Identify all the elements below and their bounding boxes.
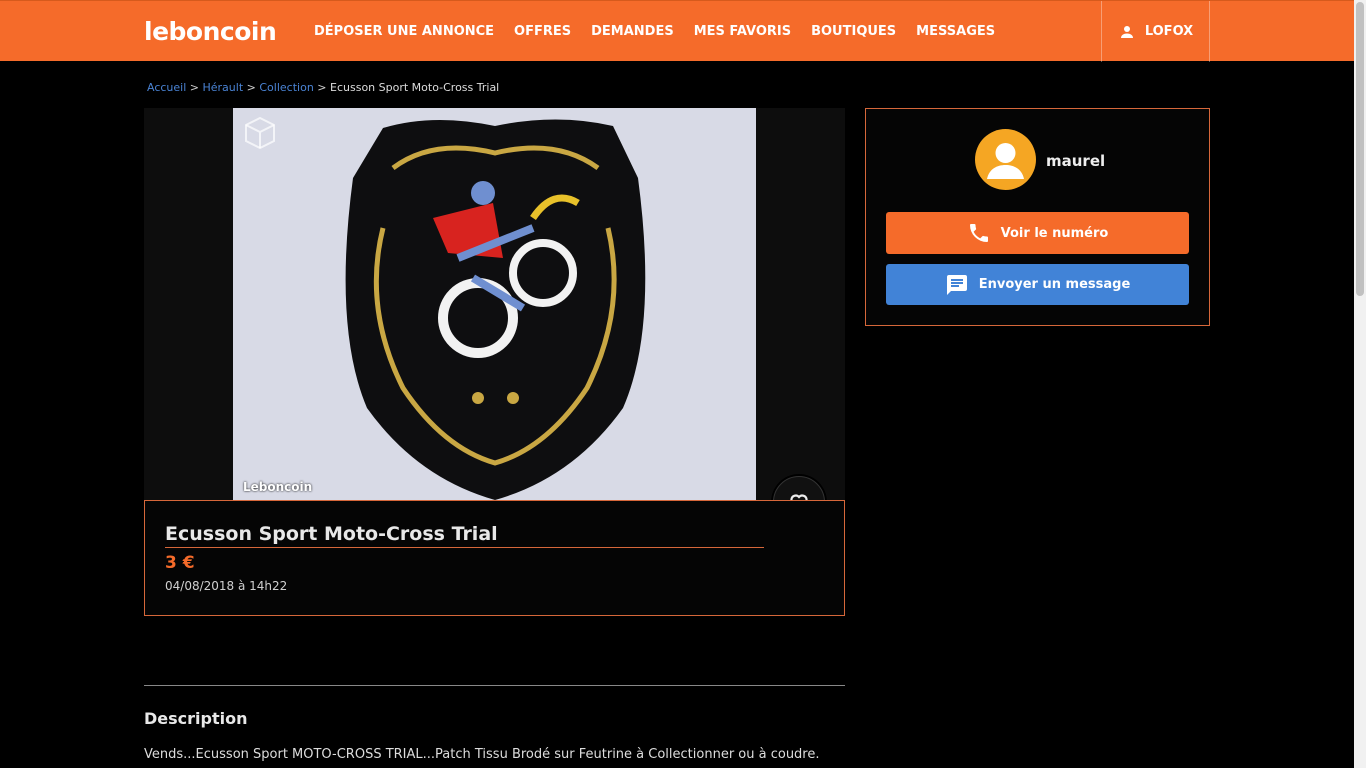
show-phone-button[interactable]: Voir le numéro — [886, 212, 1189, 254]
photo-gallery[interactable]: Leboncoin — [144, 108, 845, 500]
user-menu[interactable]: LOFOX — [1101, 1, 1210, 62]
main-nav: DÉPOSER UNE ANNONCE OFFRES DEMANDES MES … — [304, 1, 1005, 62]
breadcrumb-separator: > — [317, 81, 327, 94]
show-phone-label: Voir le numéro — [1000, 225, 1109, 241]
section-divider — [144, 685, 845, 686]
phone-icon — [969, 224, 988, 242]
nav-deposer-annonce[interactable]: DÉPOSER UNE ANNONCE — [304, 24, 504, 39]
nav-messages[interactable]: MESSAGES — [906, 24, 1005, 39]
chat-icon — [946, 274, 967, 295]
breadcrumb-home[interactable]: Accueil — [147, 81, 186, 94]
breadcrumb-separator: > — [246, 81, 256, 94]
patch-illustration — [233, 108, 756, 500]
breadcrumb-current: Ecusson Sport Moto-Cross Trial — [330, 81, 500, 94]
user-icon — [1120, 25, 1133, 38]
logo[interactable]: leboncoin — [144, 17, 277, 46]
breadcrumb-separator: > — [189, 81, 199, 94]
description-heading: Description — [144, 709, 248, 728]
send-message-label: Envoyer un message — [978, 277, 1131, 292]
nav-mes-favoris[interactable]: MES FAVORIS — [684, 24, 801, 39]
page-scrollbar[interactable] — [1354, 0, 1366, 768]
ad-info-panel: Ecusson Sport Moto-Cross Trial 3 € 04/08… — [144, 500, 845, 616]
scrollbar-thumb[interactable] — [1356, 2, 1364, 296]
nav-offres[interactable]: OFFRES — [504, 24, 581, 39]
ad-photo[interactable]: Leboncoin — [233, 108, 756, 500]
user-name: LOFOX — [1144, 24, 1194, 39]
nav-demandes[interactable]: DEMANDES — [581, 24, 684, 39]
ad-title: Ecusson Sport Moto-Cross Trial — [165, 523, 764, 548]
avatar-user-icon — [987, 143, 1024, 179]
nav-boutiques[interactable]: BOUTIQUES — [801, 24, 906, 39]
breadcrumb-category[interactable]: Collection — [259, 81, 313, 94]
send-message-button[interactable]: Envoyer un message — [886, 264, 1189, 305]
ad-price: 3 € — [165, 553, 195, 573]
top-bar: leboncoin DÉPOSER UNE ANNONCE OFFRES DEM… — [0, 0, 1354, 62]
breadcrumb: Accueil > Hérault > Collection > Ecusson… — [147, 81, 499, 94]
photo-watermark: Leboncoin — [243, 480, 313, 494]
description-text: Vends...Ecusson Sport MOTO-CROSS TRIAL..… — [144, 747, 820, 762]
avatar[interactable] — [975, 129, 1036, 190]
seller-panel: maurel Voir le numéro Envoyer un message — [865, 108, 1210, 326]
ad-date: 04/08/2018 à 14h22 — [165, 579, 288, 593]
seller-name[interactable]: maurel — [1046, 152, 1105, 170]
breadcrumb-region[interactable]: Hérault — [203, 81, 244, 94]
cube-logo-icon — [245, 116, 275, 150]
